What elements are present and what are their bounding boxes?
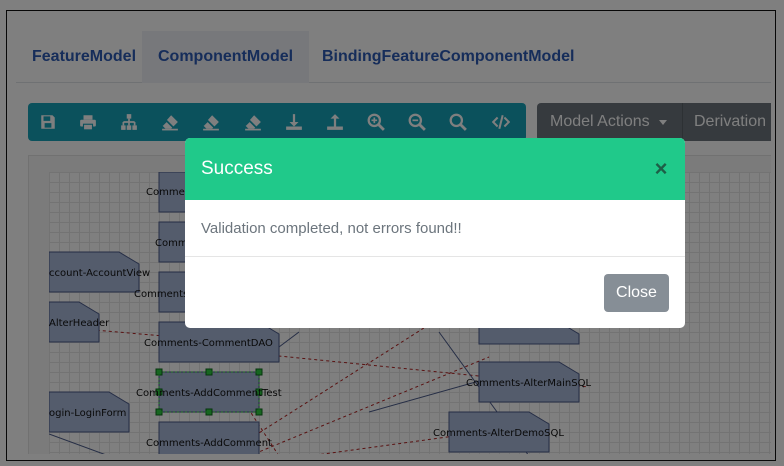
close-button[interactable]: Close [604,274,669,312]
success-dialog: Success × Validation completed, not erro… [185,138,685,328]
dialog-title: Success [201,158,273,179]
dialog-header: Success × [185,138,685,200]
close-icon[interactable]: × [649,157,673,181]
dialog-message: Validation completed, not errors found!! [201,220,462,237]
dialog-body: Validation completed, not errors found!! [185,200,685,257]
